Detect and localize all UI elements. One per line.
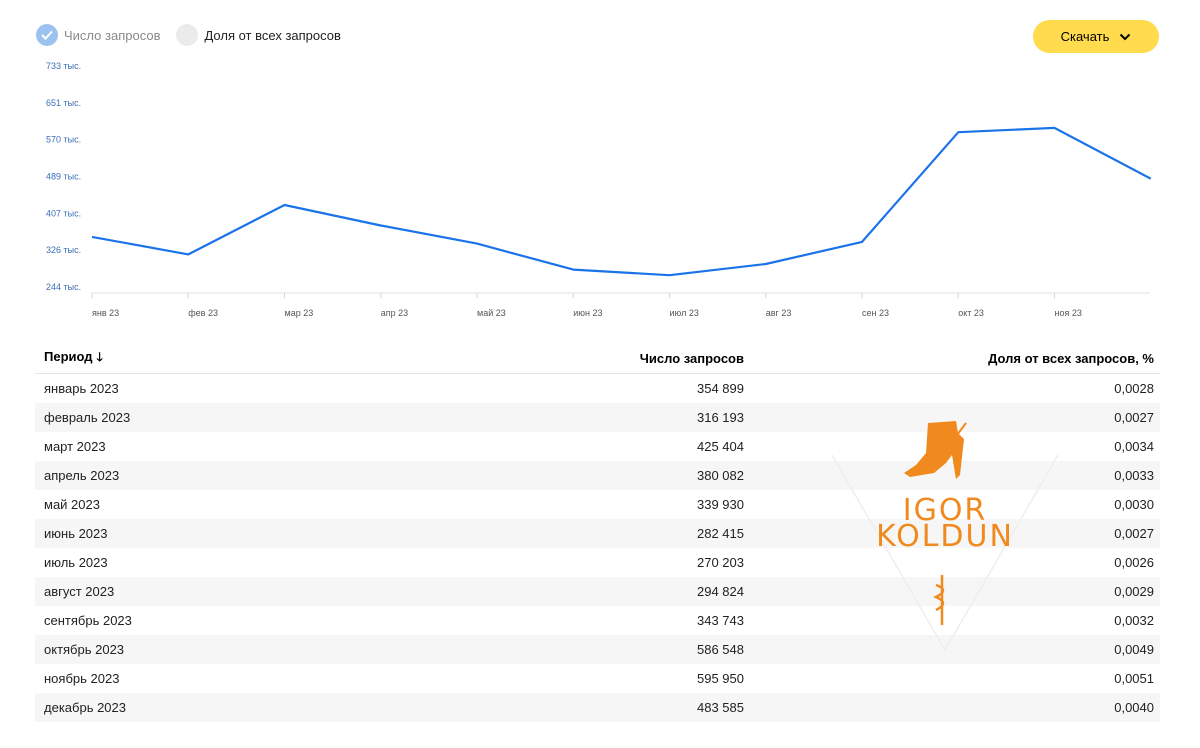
table-row: февраль 2023 316 193 0,0027: [35, 403, 1160, 432]
y-tick-label: 570 тыс.: [46, 135, 81, 145]
table-row: май 2023 339 930 0,0030: [35, 490, 1160, 519]
table-row: июль 2023 270 203 0,0026: [35, 548, 1160, 577]
cell-requests: 354 899: [697, 381, 744, 396]
series-line-requests: [91, 126, 1152, 277]
cell-period: апрель 2023: [44, 468, 120, 483]
cell-share: 0,0028: [1114, 381, 1154, 396]
table-row: декабрь 2023 483 585 0,0040: [35, 693, 1160, 722]
table-header: Период 🡓 Число запросов Доля от всех запр…: [35, 343, 1160, 374]
cell-requests: 316 193: [697, 410, 744, 425]
cell-requests: 282 415: [697, 526, 744, 541]
table-row: январь 2023 354 899 0,0028: [35, 374, 1160, 403]
cell-requests: 483 585: [697, 700, 744, 715]
cell-share: 0,0027: [1114, 526, 1154, 541]
legend-toggle-requests[interactable]: Число запросов: [36, 24, 160, 46]
cell-period: октябрь 2023: [44, 642, 125, 657]
x-tick-label: апр 23: [381, 308, 408, 318]
cell-requests: 586 548: [697, 642, 744, 657]
table-row: апрель 2023 380 082 0,0033: [35, 461, 1160, 490]
cell-share: 0,0040: [1114, 700, 1154, 715]
cell-share: 0,0051: [1114, 671, 1154, 686]
data-point[interactable]: [570, 267, 576, 273]
data-point[interactable]: [378, 222, 384, 228]
cell-share: 0,0032: [1114, 613, 1154, 628]
header-period-label: Период: [44, 348, 93, 364]
y-tick-label: 489 тыс.: [46, 172, 81, 182]
cell-period: февраль 2023: [44, 410, 131, 425]
cell-period: ноябрь 2023: [44, 671, 120, 686]
cell-share: 0,0034: [1114, 439, 1154, 454]
download-label: Скачать: [1060, 29, 1110, 44]
cell-requests: 425 404: [697, 439, 744, 454]
x-tick-label: сен 23: [862, 308, 889, 318]
data-point[interactable]: [474, 241, 480, 247]
data-point[interactable]: [859, 239, 865, 245]
cell-share: 0,0033: [1114, 468, 1154, 483]
cell-period: июль 2023: [44, 555, 108, 570]
cell-period: август 2023: [44, 584, 115, 599]
cell-share: 0,0027: [1114, 410, 1154, 425]
x-tick-label: фев 23: [188, 308, 218, 318]
table-row: ноябрь 2023 595 950 0,0051: [35, 664, 1160, 693]
y-tick-label: 733 тыс.: [46, 61, 81, 71]
data-point[interactable]: [667, 272, 673, 278]
cell-requests: 380 082: [697, 468, 744, 483]
header-requests[interactable]: Число запросов: [444, 351, 744, 366]
x-tick-label: мар 23: [285, 308, 314, 318]
cell-requests: 595 950: [697, 671, 744, 686]
chevron-down-icon: [1119, 29, 1131, 44]
y-tick-label: 651 тыс.: [46, 98, 81, 108]
table-row: август 2023 294 824 0,0029: [35, 577, 1160, 606]
table-row: июнь 2023 282 415 0,0027: [35, 519, 1160, 548]
x-tick-label: янв 23: [92, 308, 119, 318]
x-tick-label: май 23: [477, 308, 506, 318]
legend-label-requests: Число запросов: [64, 27, 161, 43]
cell-share: 0,0049: [1114, 642, 1154, 657]
arrow-down-icon: 🡓: [96, 349, 103, 364]
chart-legend: Число запросов Доля от всех запросов: [36, 24, 357, 46]
table-body: январь 2023 354 899 0,0028 февраль 2023 316 …: [35, 374, 1160, 722]
legend-toggle-share[interactable]: Доля от всех запросов: [176, 24, 341, 46]
cell-period: июнь 2023: [44, 526, 108, 541]
x-tick-label: июн 23: [573, 308, 602, 318]
header-period[interactable]: Период 🡓: [35, 348, 444, 369]
x-tick-label: июл 23: [670, 308, 699, 318]
header-share[interactable]: Доля от всех запросов, %: [744, 351, 1160, 366]
unchecked-circle-icon: [176, 24, 199, 46]
table-row: октябрь 2023 586 548 0,0049: [35, 635, 1160, 664]
cell-period: март 2023: [44, 439, 106, 454]
cell-share: 0,0026: [1114, 555, 1154, 570]
data-point[interactable]: [1148, 176, 1154, 182]
cell-share: 0,0030: [1114, 497, 1154, 512]
data-point[interactable]: [185, 251, 191, 257]
x-tick-label: окт 23: [958, 308, 984, 318]
line-chart: 244 тыс. 326 тыс. 407 тыс. 489 тыс. 570 тыс.…: [46, 61, 1154, 318]
cell-period: сентябрь 2023: [44, 613, 132, 628]
data-point[interactable]: [1052, 125, 1058, 131]
data-point[interactable]: [282, 202, 288, 208]
data-table: Период 🡓 Число запросов Доля от всех запр…: [35, 343, 1160, 722]
check-icon: [36, 24, 58, 46]
cell-requests: 294 824: [697, 584, 744, 599]
download-button[interactable]: Скачать: [1033, 20, 1159, 53]
data-point[interactable]: [955, 129, 961, 135]
data-point[interactable]: [89, 234, 95, 240]
cell-period: декабрь 2023: [44, 700, 126, 715]
cell-period: январь 2023: [44, 381, 119, 396]
cell-share: 0,0029: [1114, 584, 1154, 599]
data-point[interactable]: [763, 261, 769, 267]
cell-requests: 343 743: [697, 613, 744, 628]
legend-label-share: Доля от всех запросов: [204, 27, 341, 43]
y-tick-label: 244 тыс.: [46, 282, 81, 292]
x-tick-label: авг 23: [766, 308, 792, 318]
cell-period: май 2023: [44, 497, 100, 512]
table-row: март 2023 425 404 0,0034: [35, 432, 1160, 461]
cell-requests: 270 203: [697, 555, 744, 570]
table-row: сентябрь 2023 343 743 0,0032: [35, 606, 1160, 635]
x-tick-label: ноя 23: [1055, 308, 1082, 318]
cell-requests: 339 930: [697, 497, 744, 512]
y-tick-label: 407 тыс.: [46, 208, 81, 218]
y-tick-label: 326 тыс.: [46, 245, 81, 255]
